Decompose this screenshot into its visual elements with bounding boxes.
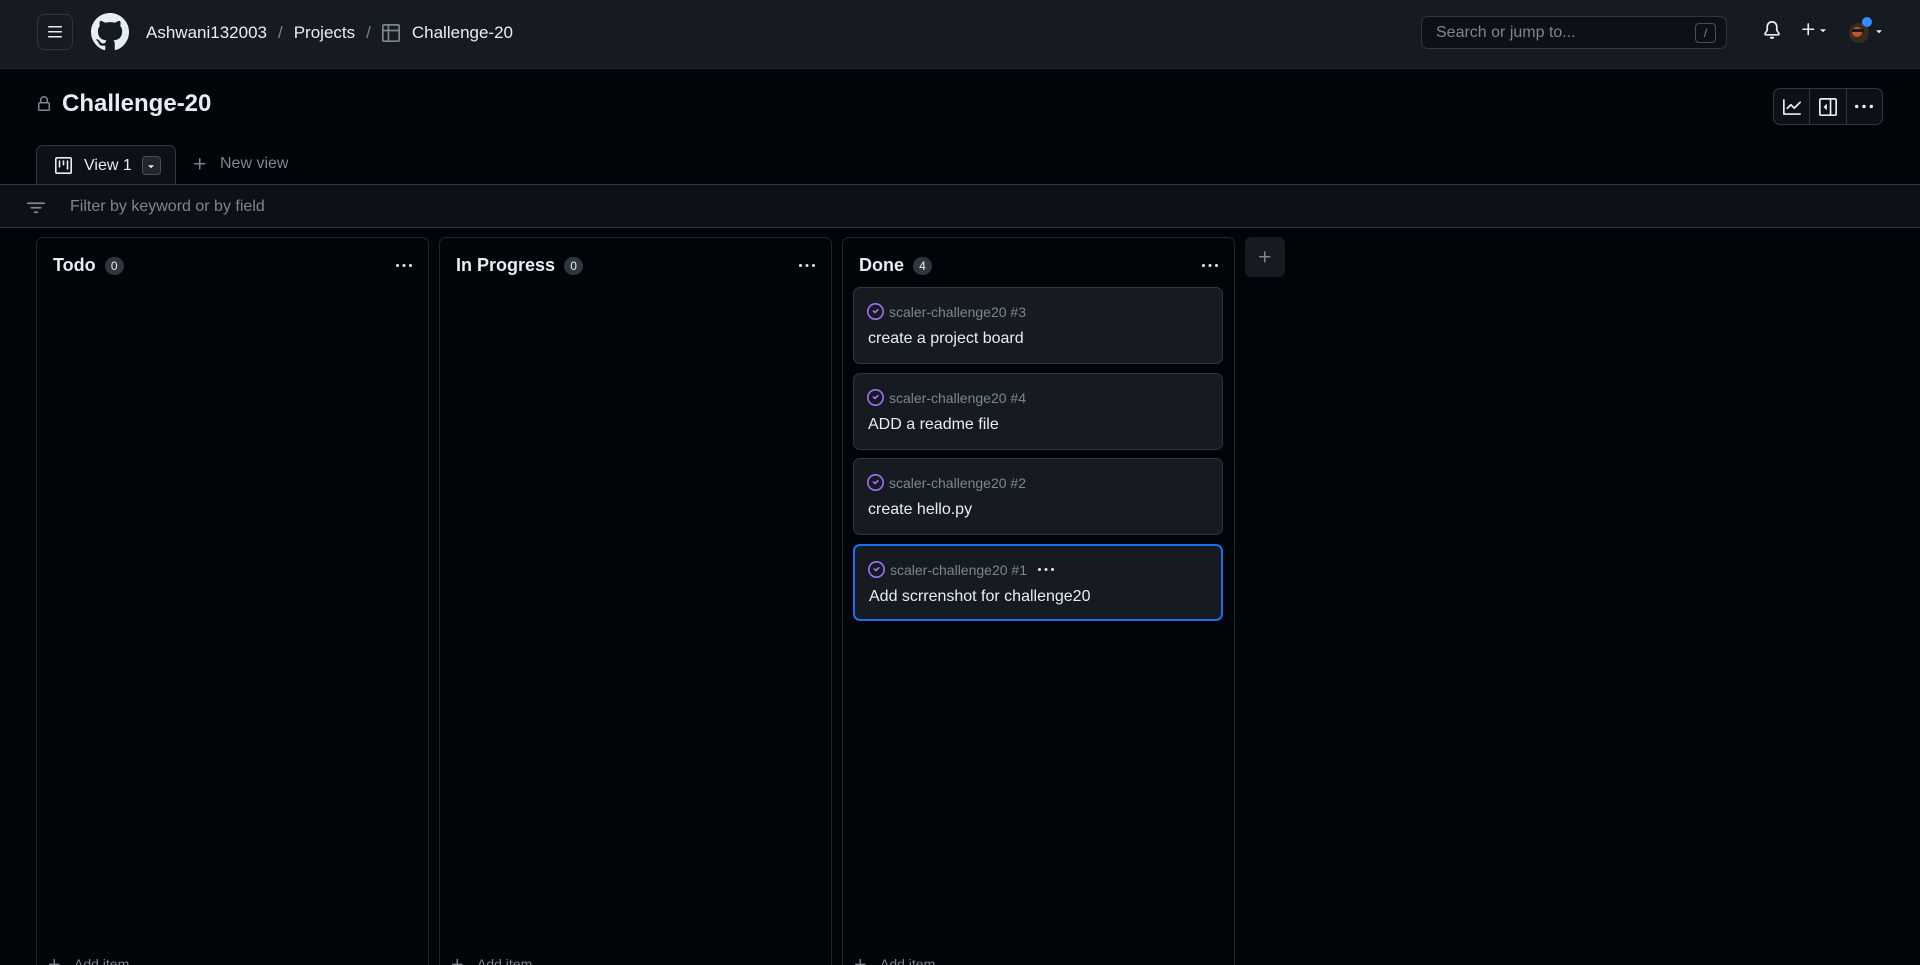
kebab-horizontal-icon [1037, 567, 1054, 571]
column-menu-button[interactable] [1200, 258, 1220, 274]
plus-icon [192, 156, 208, 172]
tab-view-1[interactable]: View 1 [36, 145, 176, 185]
column-title: In Progress [456, 255, 556, 275]
card-menu-button[interactable] [1036, 562, 1056, 578]
issue-card-selected[interactable]: scaler-challenge20 #1 Add scrrenshot for… [853, 544, 1223, 621]
add-item-label: Add item [477, 956, 533, 965]
card-title[interactable]: Add scrrenshot for challenge20 [869, 588, 1090, 606]
issue-card[interactable]: scaler-challenge20 #2 create hello.py [853, 458, 1223, 535]
search-input[interactable]: Search or jump to... / [1421, 16, 1727, 49]
card-meta: scaler-challenge20 #2 [867, 474, 1026, 491]
more-options-button[interactable] [1847, 89, 1882, 124]
kebab-horizontal-icon [1855, 104, 1874, 108]
issue-card[interactable]: scaler-challenge20 #3 create a project b… [853, 287, 1223, 364]
filter-bar[interactable]: Filter by keyword or by field [0, 184, 1920, 228]
github-logo-icon[interactable] [91, 13, 129, 51]
column-menu-button[interactable] [394, 258, 414, 274]
column-todo: Todo 0 Add item [36, 237, 429, 965]
page-title: Challenge-20 [62, 90, 212, 117]
triangle-down-icon [1876, 30, 1882, 34]
column-header: Todo 0 [53, 255, 124, 276]
add-item-button[interactable]: Add item [47, 956, 129, 965]
plus-icon [450, 957, 465, 965]
table-icon [381, 24, 400, 42]
issue-closed-icon [868, 561, 885, 578]
project-title-row: Challenge-20 [36, 90, 211, 118]
card-meta: scaler-challenge20 #1 [868, 561, 1056, 578]
new-view-button[interactable]: New view [192, 155, 288, 173]
add-item-label: Add item [880, 956, 936, 965]
add-item-button[interactable]: Add item [853, 956, 935, 965]
column-in-progress: In Progress 0 Add item [439, 237, 832, 965]
card-title[interactable]: create hello.py [868, 501, 972, 519]
filter-input[interactable]: Filter by keyword or by field [70, 198, 265, 216]
triangle-down-icon [1820, 28, 1826, 32]
insights-button[interactable] [1774, 89, 1811, 124]
add-item-label: Add item [74, 956, 130, 965]
plus-icon [1259, 251, 1271, 263]
plus-icon [1802, 23, 1815, 36]
breadcrumb-separator: / [277, 23, 283, 42]
tab-label: View 1 [84, 156, 132, 174]
column-title: Todo [53, 255, 96, 275]
user-menu-button[interactable] [1847, 17, 1885, 45]
column-title: Done [859, 255, 904, 275]
create-new-button[interactable] [1800, 21, 1829, 38]
column-count-badge: 0 [104, 256, 124, 275]
card-title[interactable]: ADD a readme file [868, 416, 999, 434]
breadcrumb-project[interactable]: Challenge-20 [412, 23, 513, 43]
plus-icon [47, 957, 62, 965]
sidebar-expand-icon [1818, 97, 1837, 116]
issue-reference[interactable]: scaler-challenge20 #1 [890, 562, 1027, 578]
filter-icon [27, 199, 45, 217]
view-options-button[interactable] [141, 156, 161, 175]
global-header: Ashwani132003 / Projects / Challenge-20 … [0, 0, 1920, 69]
column-done: Done 4 scaler-challenge20 #3 create a pr… [842, 237, 1235, 965]
breadcrumb-separator: / [366, 23, 371, 42]
add-column-button[interactable] [1245, 237, 1285, 277]
add-item-button[interactable]: Add item [450, 956, 532, 965]
card-meta: scaler-challenge20 #4 [867, 389, 1026, 406]
column-header: In Progress 0 [456, 255, 584, 276]
side-panel-button[interactable] [1810, 89, 1847, 124]
card-title[interactable]: create a project board [868, 330, 1024, 348]
issue-closed-icon [867, 389, 884, 406]
issue-closed-icon [867, 474, 884, 491]
lock-icon [36, 96, 52, 112]
new-view-label: New view [220, 155, 289, 172]
kebab-horizontal-icon [1202, 264, 1218, 267]
card-meta: scaler-challenge20 #3 [867, 303, 1026, 320]
bell-icon [1764, 21, 1780, 39]
notifications-button[interactable] [1763, 21, 1781, 39]
column-count-badge: 4 [913, 256, 932, 275]
issue-reference[interactable]: scaler-challenge20 #4 [889, 390, 1026, 406]
menu-button[interactable] [37, 14, 73, 50]
breadcrumb-projects[interactable]: Projects [294, 23, 355, 43]
breadcrumb: Ashwani132003 / Projects / Challenge-20 [146, 21, 513, 45]
column-header: Done 4 [859, 255, 932, 276]
avatar [1849, 17, 1872, 43]
search-shortcut-key: / [1695, 23, 1716, 43]
hamburger-icon [48, 26, 62, 38]
breadcrumb-owner[interactable]: Ashwani132003 [146, 23, 267, 43]
search-placeholder: Search or jump to... [1436, 24, 1576, 41]
triangle-down-icon [148, 164, 154, 168]
kebab-horizontal-icon [396, 264, 412, 267]
issue-reference[interactable]: scaler-challenge20 #3 [889, 304, 1026, 320]
column-menu-button[interactable] [797, 258, 817, 274]
issue-card[interactable]: scaler-challenge20 #4 ADD a readme file [853, 373, 1223, 450]
kebab-horizontal-icon [799, 264, 815, 267]
plus-icon [853, 957, 868, 965]
project-actions [1773, 88, 1883, 125]
issue-closed-icon [867, 303, 884, 320]
graph-icon [1782, 98, 1801, 115]
column-count-badge: 0 [564, 256, 584, 275]
project-board-icon [55, 157, 72, 174]
issue-reference[interactable]: scaler-challenge20 #2 [889, 475, 1026, 491]
